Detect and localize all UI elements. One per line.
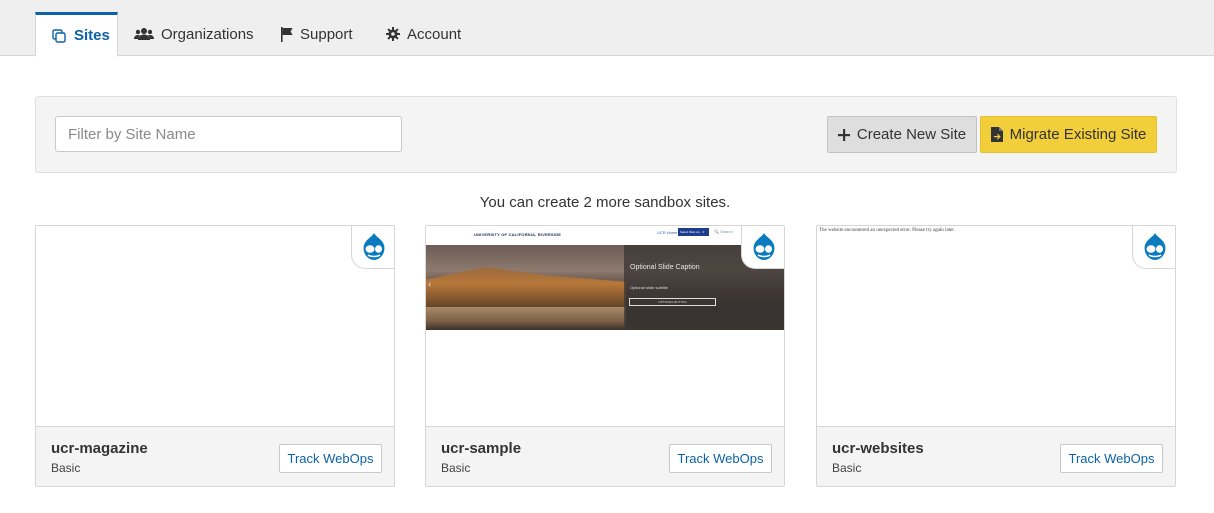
tab-account[interactable]: Account bbox=[385, 12, 461, 56]
preview-header: UNIVERSITY OF CALIFORNIA, RIVERSIDE UCR … bbox=[426, 226, 784, 244]
tab-label: Support bbox=[300, 25, 353, 43]
tab-label: Organizations bbox=[161, 25, 254, 43]
preview-cta: OPTIONAL BUTTON bbox=[629, 298, 716, 306]
site-plan: Basic bbox=[441, 461, 471, 475]
site-card-footer: ucr-magazine Basic Track WebOps bbox=[36, 426, 394, 486]
drupal-icon bbox=[741, 226, 784, 269]
tab-organizations[interactable]: Organizations bbox=[133, 12, 254, 56]
track-webops-button[interactable]: Track WebOps bbox=[669, 444, 772, 473]
sites-icon bbox=[50, 27, 68, 45]
site-toolbar: Create New Site Migrate Existing Site bbox=[35, 96, 1177, 173]
preview-landscape bbox=[426, 267, 626, 309]
preview-menu-button: Select Web Ac... ▾ bbox=[678, 228, 709, 236]
tab-bar: Sites Organizations Support Account bbox=[0, 0, 1214, 57]
preview-error-text: The website encountered an unexpected er… bbox=[819, 228, 955, 233]
gear-icon bbox=[385, 25, 401, 43]
tab-support[interactable]: Support bbox=[280, 12, 353, 56]
file-import-icon bbox=[990, 127, 1003, 142]
migrate-existing-site-label: Migrate Existing Site bbox=[1009, 126, 1147, 143]
preview-links: UCR Home bbox=[657, 230, 678, 235]
preview-caption: Optional Slide Caption bbox=[630, 264, 700, 271]
plus-icon bbox=[837, 128, 850, 141]
drupal-icon bbox=[1132, 226, 1175, 269]
site-name[interactable]: ucr-sample bbox=[441, 440, 521, 457]
site-name[interactable]: ucr-websites bbox=[832, 440, 924, 457]
site-card-ucr-sample[interactable]: UNIVERSITY OF CALIFORNIA, RIVERSIDE UCR … bbox=[425, 225, 785, 487]
track-webops-button[interactable]: Track WebOps bbox=[1060, 444, 1163, 473]
preview-hero-image: ‹ Optional Slide Caption Optional slide … bbox=[426, 245, 784, 330]
preview-lake bbox=[426, 307, 626, 330]
preview-university-name: UNIVERSITY OF CALIFORNIA, RIVERSIDE bbox=[474, 232, 562, 237]
preview-prev-arrow-icon: ‹ bbox=[428, 279, 432, 290]
site-card-footer: ucr-websites Basic Track WebOps bbox=[817, 426, 1175, 486]
flag-icon bbox=[280, 25, 294, 43]
preview-subcaption: Optional slide subtitle bbox=[630, 285, 669, 290]
site-preview[interactable]: UNIVERSITY OF CALIFORNIA, RIVERSIDE UCR … bbox=[426, 226, 784, 426]
filter-input[interactable] bbox=[55, 116, 402, 152]
create-new-site-label: Create New Site bbox=[856, 126, 967, 143]
drupal-icon bbox=[351, 226, 394, 269]
sandbox-quota-note: You can create 2 more sandbox sites. bbox=[479, 194, 731, 211]
tab-label: Account bbox=[407, 25, 462, 43]
site-name[interactable]: ucr-magazine bbox=[51, 440, 148, 457]
site-card-ucr-websites[interactable]: The website encountered an unexpected er… bbox=[816, 225, 1176, 487]
site-card-ucr-magazine[interactable]: ucr-magazine Basic Track WebOps bbox=[35, 225, 395, 487]
users-icon bbox=[133, 25, 155, 43]
site-preview[interactable] bbox=[36, 226, 394, 426]
migrate-existing-site-button[interactable]: Migrate Existing Site bbox=[980, 116, 1157, 153]
track-webops-button[interactable]: Track WebOps bbox=[279, 444, 382, 473]
site-preview[interactable]: The website encountered an unexpected er… bbox=[817, 226, 1175, 426]
tab-sites[interactable]: Sites bbox=[35, 12, 118, 57]
site-plan: Basic bbox=[832, 461, 862, 475]
preview-search: 🔍 Search bbox=[714, 229, 733, 234]
tab-label: Sites bbox=[74, 27, 110, 44]
site-plan: Basic bbox=[51, 461, 81, 475]
site-card-footer: ucr-sample Basic Track WebOps bbox=[426, 426, 784, 486]
create-new-site-button[interactable]: Create New Site bbox=[827, 116, 977, 153]
